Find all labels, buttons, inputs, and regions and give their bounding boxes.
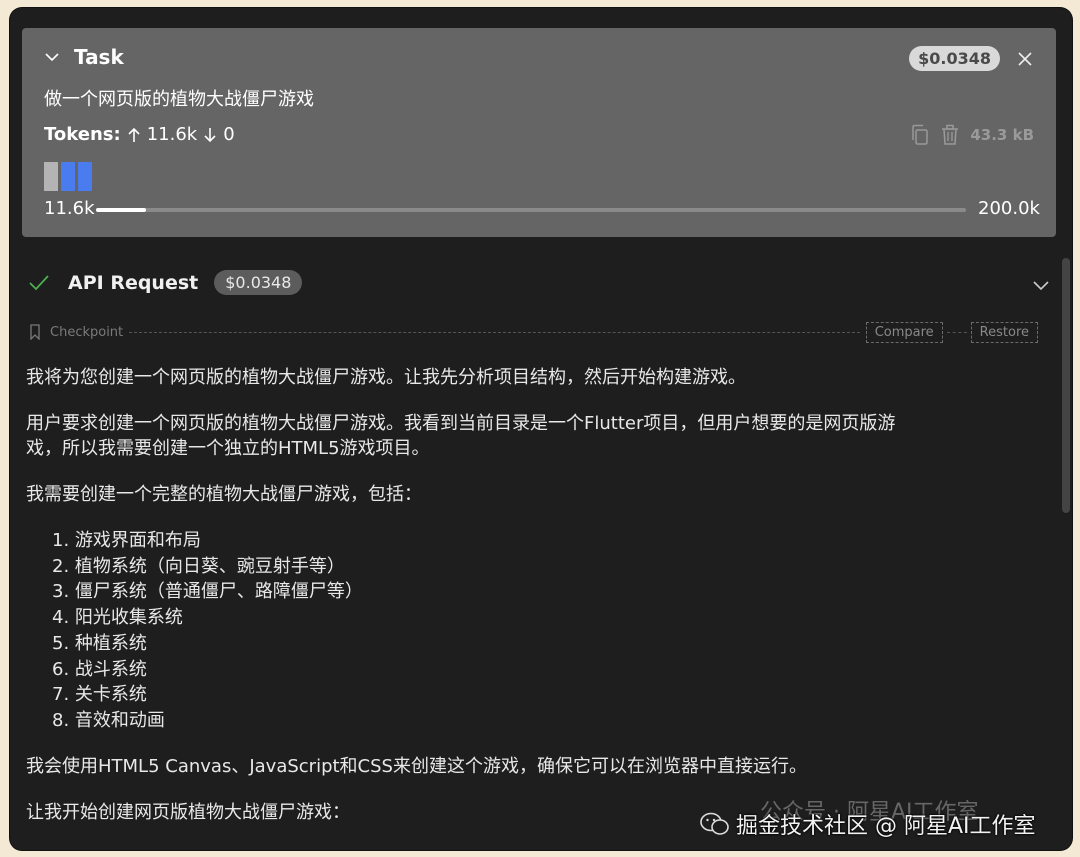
checkpoint-divider-small — [946, 331, 967, 333]
task-description: 做一个网页版的植物大战僵尸游戏 — [44, 89, 314, 110]
context-block-output — [78, 162, 92, 191]
restore-button[interactable]: Restore — [970, 321, 1038, 343]
message-paragraph-4: 我会使用HTML5 Canvas、JavaScript和CSS来创建这个游戏，确… — [26, 756, 807, 777]
task-header: Task $0.0348 做一个网页版的植物大战僵尸游戏 Tokens: 11.… — [22, 28, 1056, 237]
api-request-title: API Request — [68, 271, 199, 294]
context-used: 11.6k — [44, 198, 95, 219]
arrow-up-icon — [128, 127, 140, 142]
list-item: 7. 关卡系统 — [52, 684, 147, 706]
context-block-cache — [44, 162, 58, 191]
list-item: 5. 种植系统 — [52, 632, 147, 654]
chevron-down-icon[interactable] — [1032, 276, 1050, 294]
list-item: 2. 植物系统（向日葵、豌豆射手等） — [52, 555, 345, 577]
copy-icon[interactable] — [910, 124, 930, 146]
message-paragraph-5: 让我开始创建网页版植物大战僵尸游戏： — [26, 802, 350, 823]
list-item: 1. 游戏界面和布局 — [52, 530, 201, 551]
app-window: Task $0.0348 做一个网页版的植物大战僵尸游戏 Tokens: 11.… — [10, 8, 1072, 850]
arrow-down-icon — [204, 127, 216, 142]
bookmark-icon — [30, 324, 40, 340]
context-max: 200.0k — [978, 198, 1040, 219]
context-block-input — [61, 162, 75, 191]
message-paragraph-3: 我需要创建一个完整的植物大战僵尸游戏，包括： — [26, 484, 422, 505]
tokens-label: Tokens: — [44, 124, 121, 145]
tokens-out: 0 — [223, 124, 235, 145]
compare-button[interactable]: Compare — [865, 321, 943, 343]
watermark: 掘金技术社区 @ 阿星AI工作室 — [700, 808, 1036, 840]
task-title-row[interactable]: Task — [44, 45, 124, 69]
context-fill — [96, 208, 147, 212]
token-usage: Tokens: 11.6k 0 — [44, 124, 235, 145]
checkmark-icon — [29, 274, 49, 290]
checkpoint-label: Checkpoint — [50, 324, 124, 340]
context-window-bar: 11.6k 200.0k — [44, 198, 1040, 220]
api-request-row[interactable]: API Request $0.0348 — [28, 270, 303, 295]
list-item: 8. 音效和动画 — [52, 709, 165, 731]
tokens-in: 11.6k — [146, 124, 198, 145]
context-track — [96, 208, 966, 212]
list-item: 3. 僵尸系统（普通僵尸、路障僵尸等） — [52, 581, 363, 603]
message-paragraph-2a: 用户要求创建一个网页版的植物大战僵尸游戏。我看到当前目录是一个Flutter项目… — [26, 413, 896, 434]
scrollbar[interactable] — [1062, 258, 1070, 513]
task-size: 43.3 kB — [970, 126, 1034, 144]
chevron-down-icon[interactable] — [44, 49, 60, 65]
message-paragraph-2b: 戏，所以我需要创建一个独立的HTML5游戏项目。 — [26, 438, 430, 459]
task-title: Task — [74, 45, 124, 69]
message-paragraph-1: 我将为您创建一个网页版的植物大战僵尸游戏。让我先分析项目结构，然后开始构建游戏。 — [26, 367, 746, 388]
api-cost-badge: $0.0348 — [214, 270, 303, 295]
wechat-icon — [700, 812, 729, 835]
checkpoint-row: Checkpoint Compare Restore — [28, 320, 1038, 344]
close-icon[interactable] — [1016, 50, 1034, 68]
list-item: 4. 阳光收集系统 — [52, 607, 183, 629]
task-cost-badge: $0.0348 — [909, 46, 1000, 71]
feature-list: 1. 游戏界面和布局 2. 植物系统（向日葵、豌豆射手等） 3. 僵尸系统（普通… — [52, 528, 363, 734]
checkpoint-divider — [129, 331, 860, 333]
watermark-text: 掘金技术社区 @ 阿星AI工作室 — [736, 814, 1036, 839]
list-item: 6. 战斗系统 — [52, 658, 147, 680]
context-blocks — [44, 162, 92, 191]
task-tools: 43.3 kB — [910, 124, 1034, 146]
trash-icon[interactable] — [940, 124, 960, 146]
